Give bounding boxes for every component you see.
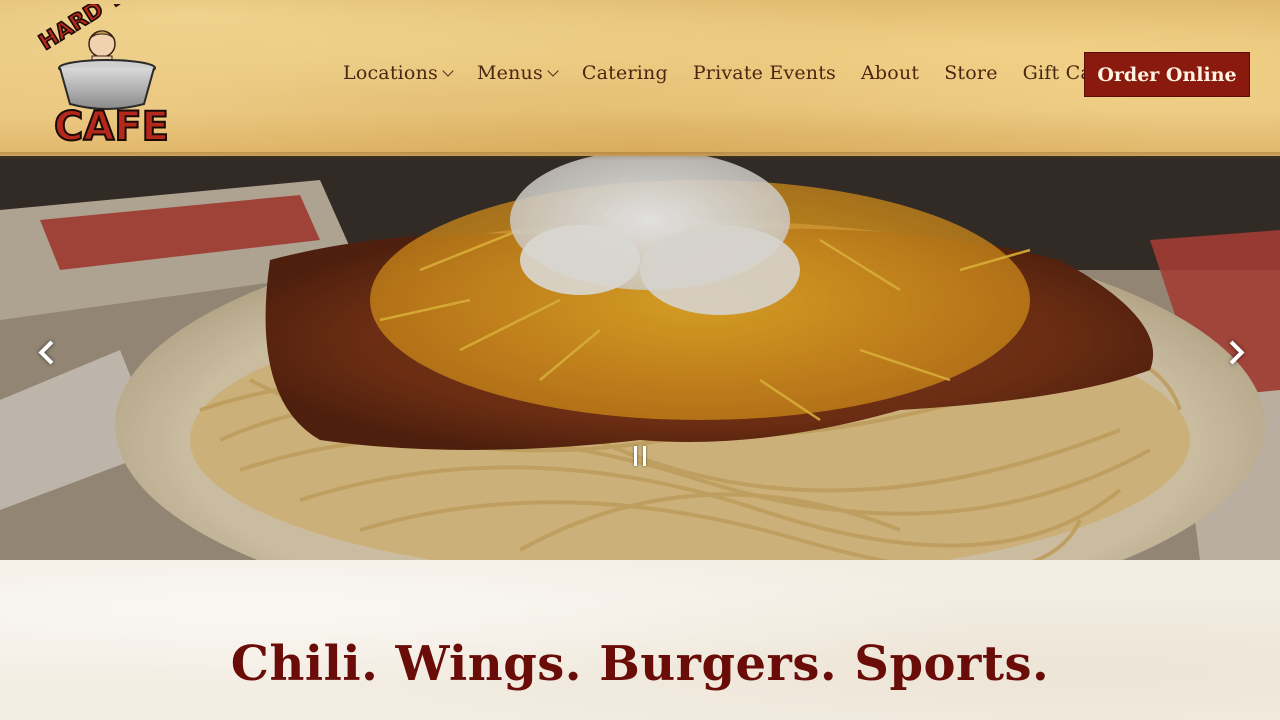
slideshow-next-button[interactable] (1219, 332, 1250, 372)
chevron-left-icon (37, 339, 63, 365)
nav-item-label: Locations (343, 62, 438, 84)
nav-item-label: Store (944, 62, 998, 84)
site-header: HARD TIMES CAFE Locations Menus Catering… (0, 0, 1280, 160)
intro-section: Chili. Wings. Burgers. Sports. (0, 560, 1280, 720)
slideshow-prev-button[interactable] (32, 332, 63, 372)
hard-times-cafe-logo[interactable]: HARD TIMES CAFE (32, 4, 198, 148)
nav-item-menus[interactable]: Menus (476, 62, 559, 84)
chevron-down-icon (547, 64, 559, 77)
hero-slideshow (0, 150, 1280, 560)
nav-item-label: About (861, 62, 920, 84)
nav-item-store[interactable]: Store (944, 62, 997, 84)
logo-graphic: HARD TIMES CAFE (34, 4, 180, 148)
nav-item-label: Private Events (692, 62, 837, 84)
chevron-down-icon (442, 64, 454, 77)
nav-item-locations[interactable]: Locations (343, 62, 454, 84)
main-nav: Locations Menus Catering Private Events … (343, 58, 1162, 88)
hero-overlay (0, 150, 1280, 560)
page-tagline: Chili. Wings. Burgers. Sports. (230, 636, 1050, 692)
pause-icon (643, 446, 646, 466)
pause-icon (634, 446, 637, 466)
nav-item-private-events[interactable]: Private Events (693, 62, 836, 84)
order-online-button[interactable]: Order Online (1084, 52, 1250, 97)
slideshow-pause-button[interactable] (628, 446, 652, 472)
logo-text-bottom: CAFE (54, 104, 169, 148)
nav-item-about[interactable]: About (861, 62, 919, 84)
nav-item-label: Menus (476, 62, 543, 84)
chevron-right-icon (1219, 339, 1245, 365)
nav-item-catering[interactable]: Catering (582, 62, 668, 84)
nav-item-label: Catering (581, 62, 668, 84)
